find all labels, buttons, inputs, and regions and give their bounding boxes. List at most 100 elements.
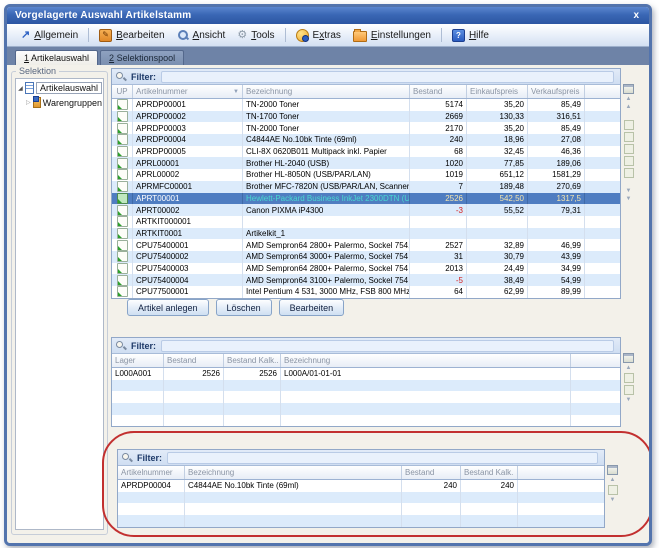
navigator-search-icon[interactable] <box>624 132 634 142</box>
column-header-filler <box>571 354 620 367</box>
tree-collapsed-icon[interactable]: ▷ <box>26 99 31 106</box>
article-status-icon <box>112 274 133 286</box>
menu-separator <box>285 28 286 42</box>
lager-table: Filter: Lager Bestand Bestand Kalk.. Bez… <box>111 337 636 427</box>
article-status-icon <box>112 204 133 216</box>
table-row[interactable]: APRL00002Brother HL-8050N (USB/PAR/LAN)1… <box>112 169 620 181</box>
table-row[interactable]: APRMFC00001Brother MFC-7820N (USB/PAR/LA… <box>112 181 620 193</box>
column-header-bestand-kalk[interactable]: Bestand Kalk.. <box>224 354 281 367</box>
column-header-einkaufspreis[interactable]: Einkaufspreis <box>467 85 528 98</box>
scroll-down-icon[interactable]: ▼ <box>610 497 616 503</box>
table-row[interactable]: CPU75400001AMD Sempron64 2800+ Palermo, … <box>112 239 620 251</box>
table-row[interactable]: CPU75400004AMD Sempron64 3100+ Palermo, … <box>112 274 620 286</box>
article-status-icon <box>112 251 133 263</box>
tree-item-warengruppen[interactable]: ▷ Warengruppen <box>16 94 103 108</box>
table-row[interactable]: ARTKIT0001Artikelkit_1 <box>112 228 620 240</box>
scroll-down-icon[interactable]: ▼ <box>626 397 632 403</box>
column-header-bezeichnung[interactable]: Bezeichnung <box>281 354 571 367</box>
table-row-selected[interactable]: APRT00001Hewlett-Packard Business InkJet… <box>112 193 620 205</box>
filter-input[interactable] <box>161 340 614 352</box>
scroll-up-icon[interactable]: ▲ <box>610 477 616 483</box>
menu-item-einstellungen[interactable]: Einstellungen <box>347 26 437 44</box>
column-header-artikelnummer[interactable]: Artikelnummer▼ <box>133 85 243 98</box>
table-row[interactable]: CPU75400002AMD Sempron64 3000+ Palermo, … <box>112 251 620 263</box>
scroll-top-icon[interactable]: ▲ <box>626 96 632 102</box>
selektion-groupbox: Selektion ◢ Artikelauswahl ▷ Warengruppe… <box>11 67 108 535</box>
filter-input[interactable] <box>161 71 614 83</box>
table-row[interactable]: APRDP00004C4844AE No.10bk Tinte (69ml)24… <box>118 480 604 492</box>
menu-item-allgemein[interactable]: ↗ Allgemein <box>15 28 84 43</box>
tab-selektionspool[interactable]: 2 Selektionspool <box>100 50 184 65</box>
grid-navigator: ▲ ▼ <box>621 337 636 403</box>
artikel-anlegen-button[interactable]: Artikel anlegen <box>127 299 209 316</box>
column-header-bestand[interactable]: Bestand <box>410 85 467 98</box>
close-icon[interactable]: x <box>631 10 641 21</box>
navigator-view-icon[interactable] <box>624 120 634 130</box>
table-row[interactable] <box>118 515 604 527</box>
scroll-bottom-icon[interactable]: ▼ <box>626 196 632 202</box>
navigator-filter-icon[interactable] <box>624 156 634 166</box>
column-header-bestand[interactable]: Bestand <box>402 466 461 479</box>
groupbox-label: Selektion <box>16 66 59 76</box>
column-header-verkaufspreis[interactable]: Verkaufspreis <box>528 85 585 98</box>
tree-expanded-icon[interactable]: ◢ <box>18 85 23 92</box>
table-row[interactable]: CPU75400003AMD Sempron64 2800+ Palermo, … <box>112 263 620 275</box>
scroll-up-icon[interactable]: ▲ <box>626 365 632 371</box>
edit-notebook-icon: ✎ <box>99 29 112 42</box>
menu-item-extras[interactable]: Extras <box>290 27 347 44</box>
menu-item-ansicht[interactable]: Ansicht <box>171 27 232 43</box>
tab-artikelauswahl[interactable]: 1 Artikelauswahl <box>15 50 98 65</box>
table-row[interactable]: APRL00001Brother HL-2040 (USB)102077,851… <box>112 157 620 169</box>
table-row[interactable] <box>118 492 604 504</box>
lager-rows: L000A00125262526L000A/01-01-01 <box>112 368 620 426</box>
column-chooser-icon[interactable] <box>623 84 634 94</box>
scroll-up-icon[interactable]: ▲ <box>626 104 632 110</box>
table-row[interactable] <box>112 391 620 403</box>
table-row[interactable]: APRDP00005CLI-8X 0620B011 Multipack inkl… <box>112 146 620 158</box>
filter-input[interactable] <box>167 452 598 464</box>
navigator-view-icon[interactable] <box>624 373 634 383</box>
table-row[interactable]: APRDP00002TN-1700 Toner2669130,33316,51 <box>112 111 620 123</box>
menu-item-hilfe[interactable]: ? Hilfe <box>446 27 495 44</box>
article-rows: APRDP00001TN-2000 Toner517435,2085,49 AP… <box>112 99 620 298</box>
bearbeiten-button[interactable]: Bearbeiten <box>279 299 345 316</box>
menu-item-tools[interactable]: ⚙ Tools <box>231 28 280 43</box>
column-header-bestand-kalk[interactable]: Bestand Kalk. <box>461 466 518 479</box>
menu-item-bearbeiten[interactable]: ✎ Bearbeiten <box>93 27 170 44</box>
menu-label: Hilfe <box>469 30 489 41</box>
tree-item-label: Warengruppen <box>43 98 102 108</box>
table-row[interactable]: L000A00125262526L000A/01-01-01 <box>112 368 620 380</box>
column-header-up[interactable]: UP <box>112 85 133 98</box>
table-row[interactable]: CPU77500001Intel Pentium 4 531, 3000 MHz… <box>112 286 620 298</box>
table-row[interactable]: APRDP00003TN-2000 Toner217035,2085,49 <box>112 122 620 134</box>
column-header-bezeichnung[interactable]: Bezeichnung <box>243 85 410 98</box>
column-chooser-icon[interactable] <box>623 353 634 363</box>
article-table-header: UP Artikelnummer▼ Bezeichnung Bestand Ei… <box>112 85 620 99</box>
tree-item-artikelauswahl[interactable]: ◢ Artikelauswahl <box>16 79 103 94</box>
article-status-icon <box>112 99 133 111</box>
column-header-artikelnummer[interactable]: Artikelnummer <box>118 466 185 479</box>
menu-label: Einstellungen <box>371 30 431 41</box>
loeschen-button[interactable]: Löschen <box>216 299 272 316</box>
table-row[interactable]: APRDP00001TN-2000 Toner517435,2085,49 <box>112 99 620 111</box>
menu-label: Extras <box>313 30 341 41</box>
column-header-lager[interactable]: Lager <box>112 354 164 367</box>
navigator-layout-icon[interactable] <box>624 385 634 395</box>
navigator-layout-icon[interactable] <box>624 168 634 178</box>
table-row[interactable]: APRT00002Canon PIXMA iP4300-355,5279,31 <box>112 204 620 216</box>
title-bar: Vorgelagerte Auswahl Artikelstamm x <box>7 7 649 24</box>
table-row[interactable]: ARTKIT000001 <box>112 216 620 228</box>
navigator-sort-icon[interactable] <box>624 144 634 154</box>
window-title: Vorgelagerte Auswahl Artikelstamm <box>15 10 631 21</box>
column-header-bestand[interactable]: Bestand <box>164 354 224 367</box>
scroll-down-icon[interactable]: ▼ <box>626 188 632 194</box>
filter-label: Filter: <box>131 341 156 351</box>
table-row[interactable] <box>112 380 620 392</box>
table-row[interactable] <box>112 415 620 427</box>
column-chooser-icon[interactable] <box>607 465 618 475</box>
table-row[interactable] <box>112 403 620 415</box>
table-row[interactable] <box>118 503 604 515</box>
column-header-bezeichnung[interactable]: Bezeichnung <box>185 466 402 479</box>
navigator-view-icon[interactable] <box>608 485 618 495</box>
table-row[interactable]: APRDP00004C4844AE No.10bk Tinte (69ml)24… <box>112 134 620 146</box>
